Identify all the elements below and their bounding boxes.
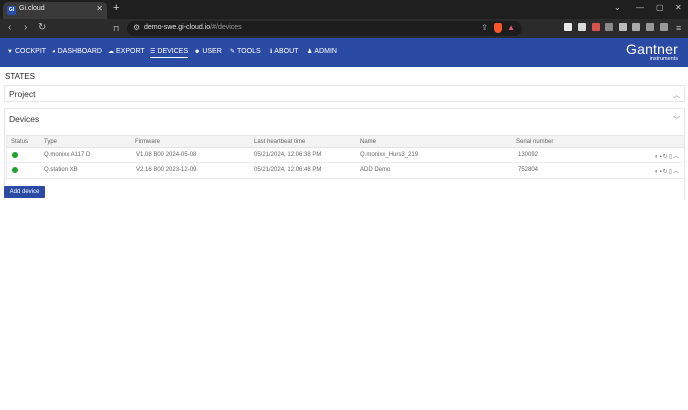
minimize-icon[interactable]: —: [636, 3, 644, 12]
row-actions: ◐▪↻▯︿: [655, 151, 680, 160]
cell-firmware: V2.16 B00 2023-12-09: [136, 167, 197, 173]
app-navbar: ▼ COCKPIT ◕ DASHBOARD ☁ EXPORT ☰ DEVICES ☻ US…: [0, 38, 688, 67]
puzzle-extensions-icon[interactable]: [632, 23, 640, 31]
extension-icon-1[interactable]: [564, 23, 572, 31]
forward-icon[interactable]: ›: [24, 22, 27, 33]
wallet-icon[interactable]: [660, 23, 668, 31]
expand-row-icon[interactable]: ︿: [673, 154, 680, 160]
browser-window: GI Gi.cloud ✕ + ⌄ — ▢ ✕ ‹ › ↻ ⊓ ⚙ demo-s…: [0, 0, 688, 410]
nav-export[interactable]: ☁ EXPORT: [108, 48, 145, 55]
devices-table: Status Type Firmware Last heartbeat time…: [6, 135, 685, 179]
extension-icon-3[interactable]: [592, 23, 600, 31]
status-online-indicator: [12, 167, 18, 173]
expand-row-icon[interactable]: ︿: [673, 169, 680, 175]
status-online-indicator: [12, 152, 18, 158]
gantner-logo: Gantner instruments: [626, 41, 678, 62]
pen-extension-icon[interactable]: [619, 23, 627, 31]
col-type[interactable]: Type: [44, 139, 57, 145]
info-icon: ℹ: [270, 49, 273, 55]
table-header: Status Type Firmware Last heartbeat time…: [7, 136, 684, 148]
chevron-down-icon[interactable]: ﹀: [673, 115, 680, 125]
brave-rewards-icon[interactable]: ▲: [507, 23, 515, 32]
extension-icon-4[interactable]: [605, 23, 613, 31]
url-host: demo-swe.gi-cloud.io: [144, 24, 211, 31]
nav-cockpit[interactable]: ▼ COCKPIT: [7, 48, 46, 55]
nav-devices[interactable]: ☰ DEVICES: [150, 48, 189, 58]
admin-icon: ♟: [307, 49, 313, 55]
url-path: /#/devices: [210, 24, 242, 31]
nav-user[interactable]: ☻ USER: [194, 48, 222, 55]
cloud-export-icon: ☁: [108, 49, 114, 55]
nav-about[interactable]: ℹ ABOUT: [270, 48, 298, 55]
new-tab-icon[interactable]: +: [113, 2, 119, 14]
nav-admin[interactable]: ♟ ADMIN: [307, 48, 337, 55]
tab-search-chevron-icon[interactable]: ⌄: [614, 3, 621, 12]
devices-icon: ☰: [150, 49, 156, 55]
tab-title: Gi.cloud: [19, 5, 45, 12]
back-icon[interactable]: ‹: [8, 22, 11, 33]
browser-tab[interactable]: GI Gi.cloud ✕: [3, 2, 107, 19]
page-title: STATES: [5, 72, 35, 81]
address-bar[interactable]: ⚙ demo-swe.gi-cloud.io/#/devices ⇪ ▲: [127, 21, 522, 36]
table-row[interactable]: Q.monixx A117 D V1.08 B00 2024-05-08 05/…: [7, 148, 684, 163]
maximize-icon[interactable]: ▢: [656, 3, 664, 12]
row-actions: ◐▪↻▯︿: [655, 166, 680, 175]
cell-firmware: V1.08 B00 2024-05-08: [136, 152, 197, 158]
col-firmware[interactable]: Firmware: [135, 139, 160, 145]
chevron-up-icon[interactable]: ︿: [673, 90, 680, 100]
user-group-icon: ☻: [194, 49, 201, 55]
menu-icon[interactable]: ≡: [676, 23, 681, 33]
mail-extension-icon[interactable]: [578, 23, 586, 31]
cell-serial: 752804: [518, 167, 539, 173]
col-name[interactable]: Name: [360, 139, 376, 145]
project-panel-title: Project: [9, 89, 36, 99]
cockpit-icon: ▼: [7, 49, 13, 55]
dashboard-icon: ◕: [52, 49, 56, 55]
nav-tools[interactable]: ✎ TOOLS: [230, 48, 261, 55]
wrench-icon: ✎: [230, 49, 236, 55]
cell-type: Q.monixx A117 D: [44, 152, 91, 158]
col-status[interactable]: Status: [11, 139, 28, 145]
cell-name: Q.monixx_Hurs3_219: [360, 152, 419, 158]
close-window-icon[interactable]: ✕: [675, 3, 682, 12]
sidebar-icon[interactable]: [646, 23, 654, 31]
nav-dashboard[interactable]: ◕ DASHBOARD: [52, 48, 102, 55]
site-settings-icon[interactable]: ⚙: [133, 23, 140, 32]
col-heartbeat[interactable]: Last heartbeat time: [254, 139, 305, 145]
gi-cloud-favicon-icon: GI: [7, 6, 16, 15]
bookmark-icon[interactable]: ⊓: [113, 24, 119, 33]
project-panel[interactable]: Project ︿: [4, 85, 685, 102]
browser-toolbar: ‹ › ↻ ⊓ ⚙ demo-swe.gi-cloud.io/#/devices…: [0, 19, 688, 38]
cell-heartbeat: 05/21/2024, 12:06:48 PM: [254, 167, 322, 173]
close-tab-icon[interactable]: ✕: [96, 4, 103, 13]
add-device-button[interactable]: Add device: [4, 186, 45, 198]
cell-heartbeat: 05/21/2024, 12:06:38 PM: [254, 152, 322, 158]
cell-type: Q.station XB: [44, 167, 78, 173]
cell-serial: 130092: [518, 152, 539, 158]
devices-panel-title: Devices: [9, 114, 40, 124]
brave-shields-icon[interactable]: [494, 23, 502, 33]
reload-icon[interactable]: ↻: [38, 22, 46, 33]
cell-name: ADD Demo: [360, 167, 391, 173]
tab-bar: GI Gi.cloud ✕ + ⌄ — ▢ ✕: [0, 0, 688, 19]
share-icon[interactable]: ⇪: [481, 23, 488, 32]
col-serial[interactable]: Serial number: [516, 139, 553, 145]
table-row[interactable]: Q.station XB V2.16 B00 2023-12-09 05/21/…: [7, 163, 684, 178]
